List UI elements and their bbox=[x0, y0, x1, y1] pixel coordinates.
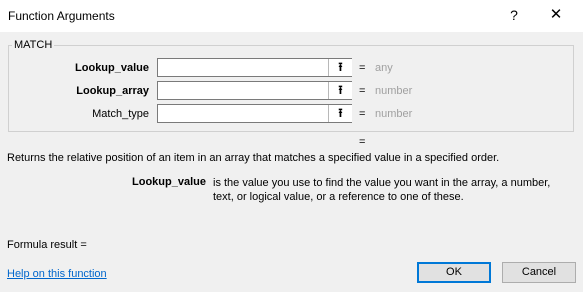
dialog-title: Function Arguments bbox=[8, 9, 115, 23]
collapse-dialog-icon[interactable]: ⭱ bbox=[328, 59, 352, 76]
match-type-equals: = bbox=[359, 108, 366, 120]
collapse-dialog-icon[interactable]: ⭱ bbox=[328, 82, 352, 99]
collapse-dialog-icon[interactable]: ⭱ bbox=[328, 105, 352, 122]
lookup-value-equals: = bbox=[359, 62, 366, 74]
lookup-value-label: Lookup_value bbox=[75, 62, 149, 74]
function-description: Returns the relative position of an item… bbox=[7, 152, 500, 164]
lookup-array-input[interactable] bbox=[157, 81, 352, 100]
close-icon[interactable]: ✕ bbox=[545, 4, 567, 26]
argument-description-name: Lookup_value bbox=[132, 176, 206, 188]
lookup-array-type: number bbox=[375, 85, 413, 97]
formula-result: Formula result = bbox=[7, 239, 87, 251]
match-type-label: Match_type bbox=[92, 108, 149, 120]
lookup-array-label: Lookup_array bbox=[76, 85, 149, 97]
lookup-value-type: any bbox=[375, 62, 393, 74]
help-icon[interactable]: ? bbox=[503, 4, 525, 26]
match-type-input[interactable] bbox=[157, 104, 352, 123]
argument-description-text: is the value you use to find the value y… bbox=[213, 177, 551, 203]
function-name: MATCH bbox=[12, 39, 55, 51]
help-on-function-link[interactable]: Help on this function bbox=[7, 268, 107, 280]
lookup-value-input[interactable] bbox=[157, 58, 352, 77]
cancel-button[interactable]: Cancel bbox=[502, 262, 576, 283]
lookup-array-equals: = bbox=[359, 85, 366, 97]
title-bar: Function Arguments ? ✕ bbox=[0, 0, 583, 32]
ok-button[interactable]: OK bbox=[417, 262, 491, 283]
match-type-type: number bbox=[375, 108, 413, 120]
function-result-equals: = bbox=[359, 136, 366, 148]
